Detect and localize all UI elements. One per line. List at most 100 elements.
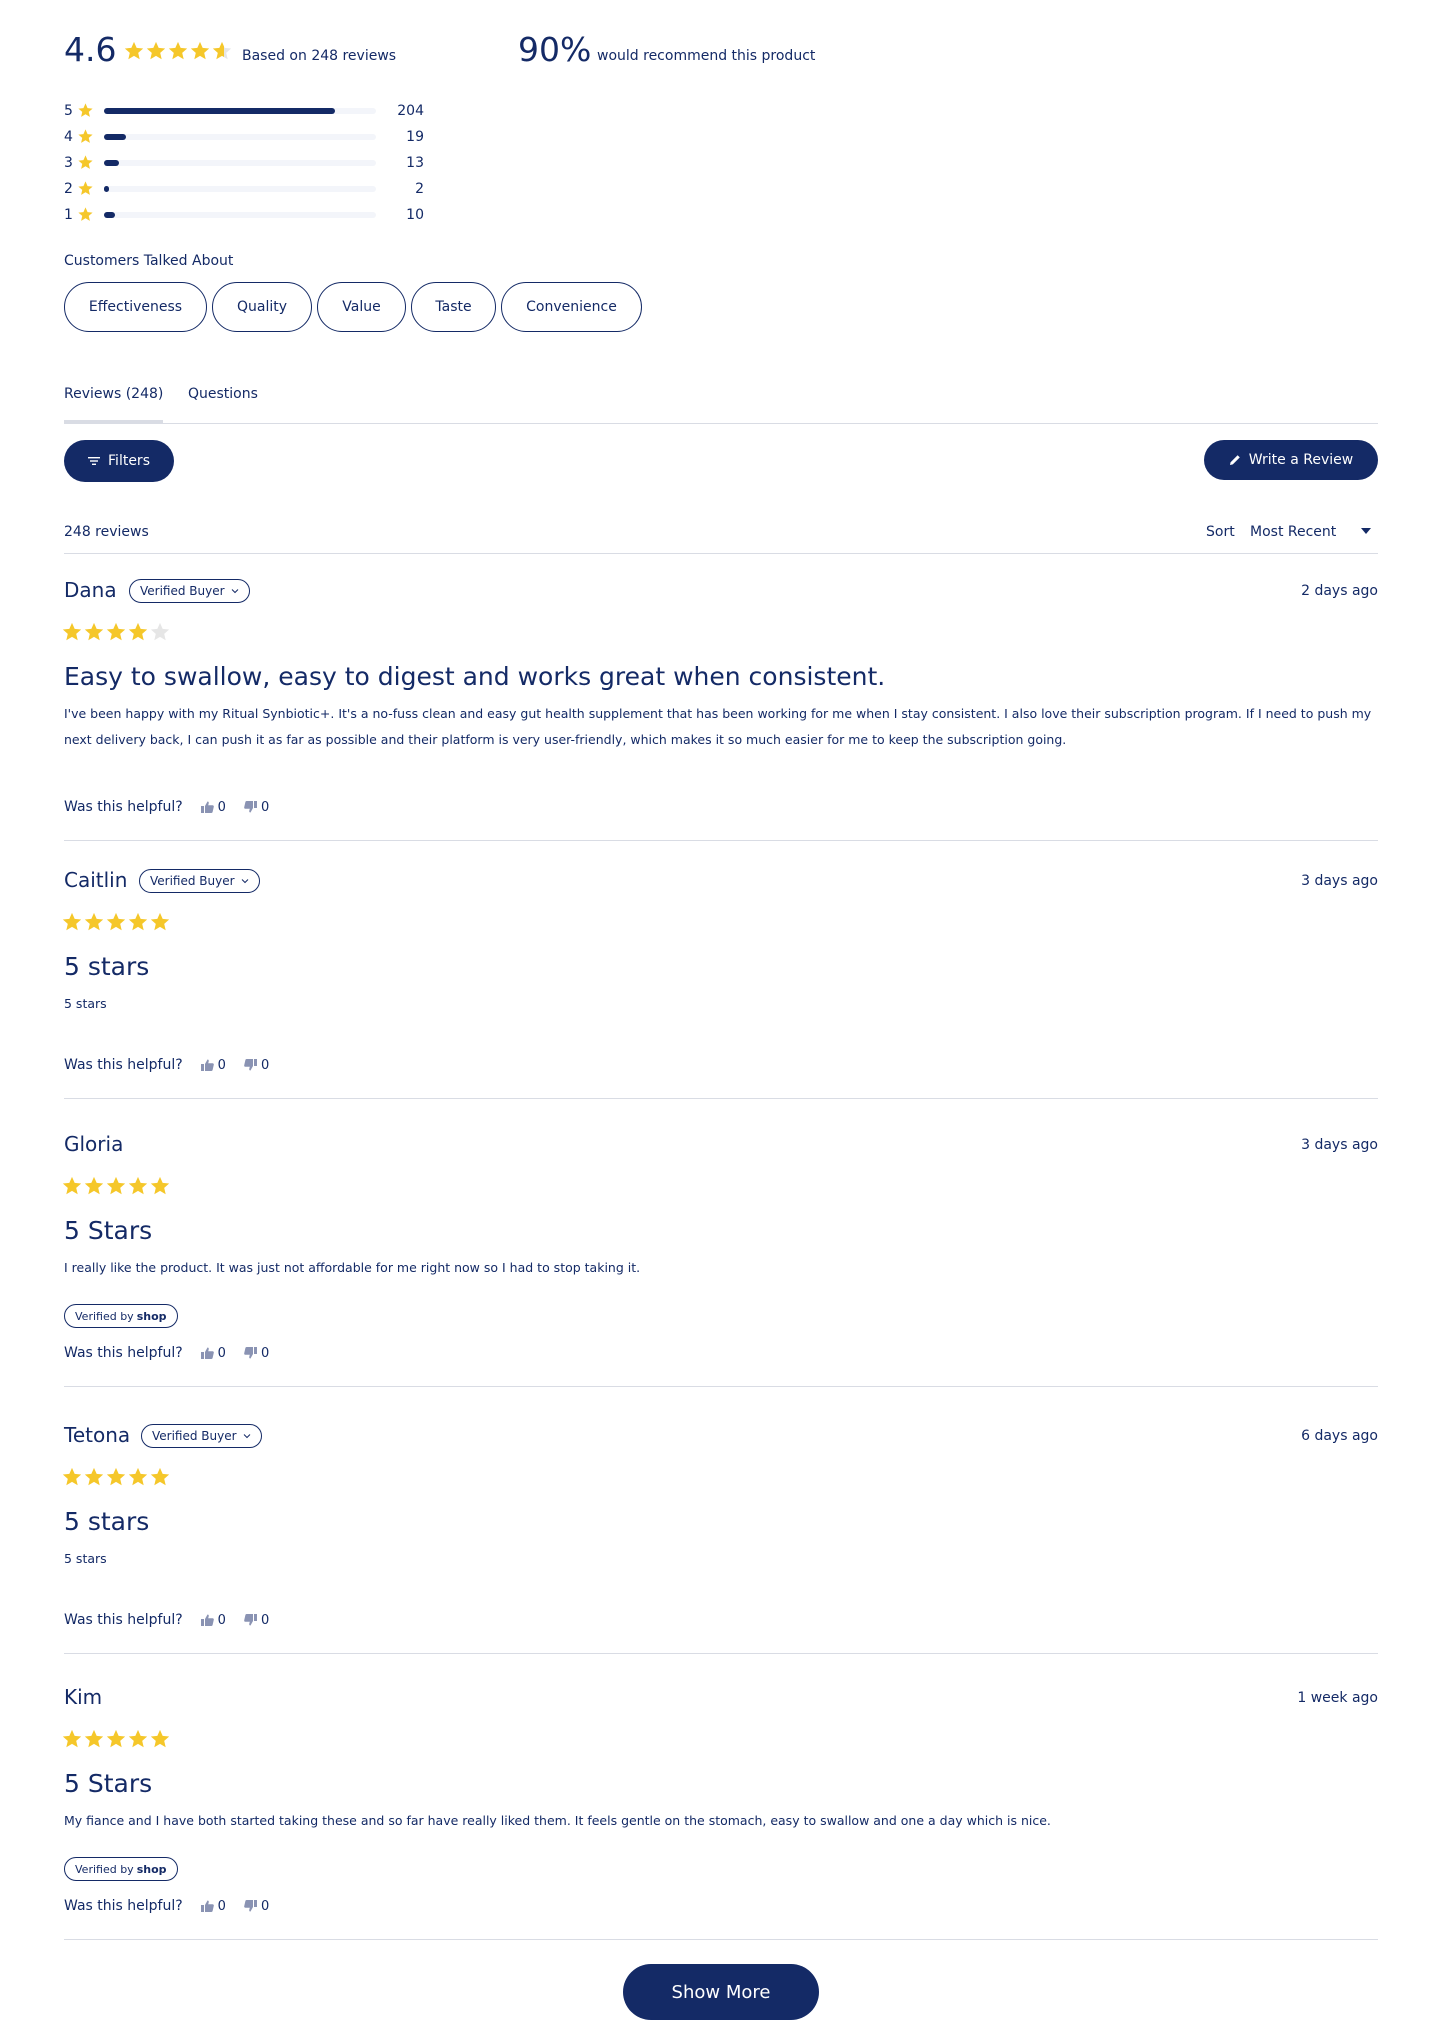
chevron-down-icon [243, 1433, 251, 1439]
verified-buyer-badge[interactable]: Verified Buyer [139, 869, 260, 893]
filters-button[interactable]: Filters [64, 440, 174, 482]
upvote-button[interactable]: 0 [200, 1899, 226, 1914]
topic-chip-effectiveness[interactable]: Effectiveness [64, 282, 207, 332]
reviewer-name: Caitlin [64, 868, 128, 892]
star-icon [105, 911, 127, 933]
review-title: 5 stars [64, 952, 150, 981]
distribution-bar-fill [104, 108, 336, 114]
tab-questions[interactable]: Questions [188, 386, 258, 402]
distribution-row[interactable]: 5 204 [64, 101, 424, 121]
star-icon [83, 1466, 105, 1488]
distribution-bar-fill [104, 212, 115, 218]
distribution-star-value: 3 [64, 155, 73, 171]
show-more-button[interactable]: Show More [623, 1964, 819, 2020]
active-tab-indicator [64, 420, 163, 423]
review-divider [64, 1653, 1378, 1654]
downvote-button[interactable]: 0 [244, 800, 269, 815]
tab-reviews[interactable]: Reviews (248) [64, 386, 163, 402]
star-icon [77, 128, 95, 146]
distribution-count: 10 [406, 207, 424, 223]
verified-buyer-badge[interactable]: Verified Buyer [129, 579, 250, 603]
review-title: Easy to swallow, easy to digest and work… [64, 662, 886, 691]
topic-chips: Effectiveness Quality Value Taste Conven… [64, 282, 642, 332]
sort-select[interactable]: Most Recent [1250, 524, 1336, 540]
star-icon [61, 1728, 83, 1750]
distribution-row[interactable]: 4 19 [64, 127, 424, 147]
based-on-text: Based on 248 reviews [242, 48, 397, 64]
distribution-count: 13 [406, 155, 424, 171]
star-icon [211, 40, 233, 62]
distribution-bar-track [104, 160, 376, 166]
downvote-button[interactable]: 0 [244, 1899, 269, 1914]
downvote-count: 0 [260, 1345, 270, 1361]
verified-buyer-label: Verified Buyer [140, 584, 225, 598]
star-icon [127, 911, 149, 933]
downvote-button[interactable]: 0 [244, 1058, 269, 1073]
reviewer-name: Gloria [64, 1132, 124, 1156]
review-body: My fiance and I have both started taking… [64, 1813, 1051, 1828]
upvote-button[interactable]: 0 [200, 1345, 226, 1361]
distribution-bar-track [104, 212, 376, 218]
distribution-row[interactable]: 3 13 [64, 153, 424, 173]
verified-buyer-badge[interactable]: Verified Buyer [141, 1424, 262, 1448]
review-body: 5 stars [64, 1551, 107, 1566]
star-icon [149, 1728, 171, 1750]
distribution-count: 19 [406, 129, 424, 145]
topic-chip-convenience[interactable]: Convenience [501, 282, 642, 332]
distribution-row[interactable]: 2 2 [64, 179, 424, 199]
verified-buyer-label: Verified Buyer [152, 1429, 237, 1443]
upvote-button[interactable]: 0 [200, 799, 226, 815]
thumbs-up-icon [200, 801, 214, 813]
review-tabs: Reviews (248) Questions [64, 374, 1378, 424]
review-stars [61, 1728, 171, 1750]
verified-by-label: Verified by [75, 1862, 134, 1876]
chevron-down-icon[interactable] [1361, 528, 1371, 534]
upvote-count: 0 [217, 799, 226, 815]
reviewer-name: Kim [64, 1685, 103, 1709]
shop-logo: shop [136, 1309, 167, 1323]
star-icon [61, 1466, 83, 1488]
distribution-bar-track [104, 108, 376, 114]
star-icon [83, 911, 105, 933]
downvote-count: 0 [260, 799, 270, 815]
topic-chip-value[interactable]: Value [317, 282, 406, 332]
topic-chip-quality[interactable]: Quality [212, 282, 312, 332]
downvote-count: 0 [260, 1612, 270, 1628]
star-icon [167, 40, 189, 62]
chevron-down-icon [241, 878, 249, 884]
downvote-button[interactable]: 0 [244, 1613, 269, 1628]
filter-icon [88, 456, 101, 466]
helpful-row: Was this helpful? 0 0 [64, 1898, 269, 1914]
distribution-bar-fill [104, 134, 126, 140]
review-count: 248 reviews [64, 524, 149, 540]
downvote-button[interactable]: 0 [244, 1346, 269, 1361]
verified-by-shop-badge: Verified by shop [64, 1857, 178, 1881]
star-icon [105, 1728, 127, 1750]
star-icon [149, 621, 171, 643]
recommend-text: would recommend this product [597, 48, 816, 64]
upvote-button[interactable]: 0 [200, 1613, 226, 1628]
thumbs-up-icon [200, 1614, 214, 1626]
star-icon [61, 1175, 83, 1197]
helpful-row: Was this helpful? 0 0 [64, 1057, 269, 1073]
review-date: 2 days ago [1301, 583, 1378, 599]
thumbs-down-icon [244, 1059, 257, 1071]
star-icon [127, 1466, 149, 1488]
write-review-button[interactable]: Write a Review [1204, 440, 1378, 480]
topic-chip-taste[interactable]: Taste [411, 282, 496, 332]
review-body: I really like the product. It was just n… [64, 1260, 641, 1275]
upvote-count: 0 [217, 1345, 226, 1361]
upvote-button[interactable]: 0 [200, 1058, 226, 1073]
distribution-bar-track [104, 186, 376, 192]
star-icon [123, 40, 145, 62]
review-stars [61, 1175, 171, 1197]
distribution-star-value: 4 [64, 129, 73, 145]
review-title: 5 Stars [64, 1216, 153, 1245]
distribution-row[interactable]: 1 10 [64, 205, 424, 225]
review-stars [61, 1466, 171, 1488]
star-icon [61, 911, 83, 933]
star-icon [105, 621, 127, 643]
shop-logo: shop [136, 1862, 167, 1876]
review-date: 3 days ago [1301, 873, 1378, 889]
recommend-percent: 90% [518, 30, 592, 69]
